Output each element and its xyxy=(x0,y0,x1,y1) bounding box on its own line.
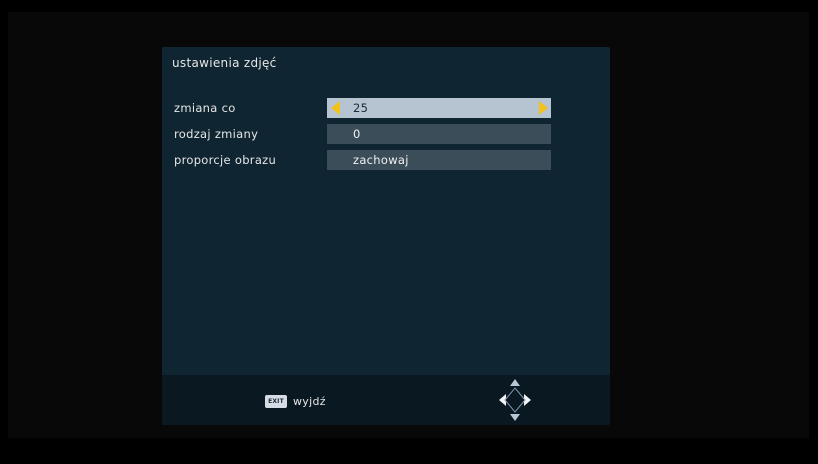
setting-label: proporcje obrazu xyxy=(174,153,277,167)
setting-label: rodzaj zmiany xyxy=(174,127,259,141)
setting-value-text: zachowaj xyxy=(353,153,409,167)
navigation-dpad-icon xyxy=(499,379,531,421)
setting-value-selector[interactable]: zachowaj xyxy=(327,150,551,170)
setting-value-selector[interactable]: 0 xyxy=(327,124,551,144)
arrow-right-icon[interactable] xyxy=(539,101,548,115)
setting-row-aspect-ratio[interactable]: proporcje obrazu zachowaj xyxy=(162,150,610,172)
tv-screen: ustawienia zdjęć zmiana co 25 rodzaj zmi… xyxy=(0,0,818,464)
setting-value-text: 0 xyxy=(353,127,361,141)
arrow-left-icon[interactable] xyxy=(331,101,340,115)
setting-value-selector[interactable]: 25 xyxy=(327,98,551,118)
setting-row-slide-interval[interactable]: zmiana co 25 xyxy=(162,98,610,120)
exit-hint-label: wyjdź xyxy=(293,395,326,408)
photo-settings-panel: ustawienia zdjęć zmiana co 25 rodzaj zmi… xyxy=(162,47,610,425)
setting-value-text: 25 xyxy=(353,101,369,115)
setting-row-transition-type[interactable]: rodzaj zmiany 0 xyxy=(162,124,610,146)
panel-title: ustawienia zdjęć xyxy=(172,56,277,70)
setting-label: zmiana co xyxy=(174,101,236,115)
exit-key-icon: EXIT xyxy=(265,395,287,408)
footer-bar: EXIT wyjdź xyxy=(162,375,610,425)
